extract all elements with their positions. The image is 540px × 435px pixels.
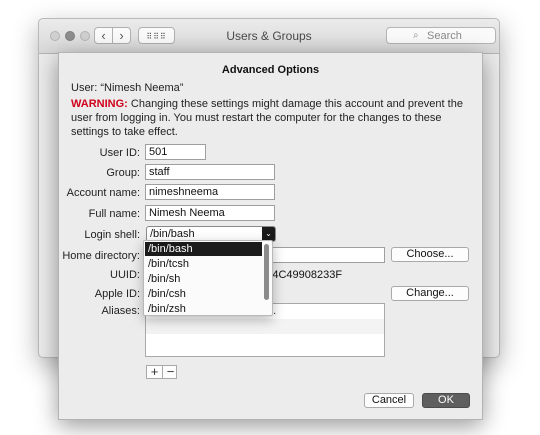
menu-item-bin-sh[interactable]: /bin/sh — [145, 272, 262, 286]
advanced-options-sheet: Advanced Options User: “Nimesh Neema” WA… — [58, 52, 483, 420]
account-name-label: Account name: — [66, 187, 140, 199]
group-field[interactable] — [145, 164, 275, 180]
alias-row-empty — [146, 319, 384, 334]
login-shell-menu: /bin/bash /bin/tcsh /bin/sh /bin/csh /bi… — [143, 240, 273, 316]
menu-item-bin-zsh[interactable]: /bin/zsh — [145, 302, 262, 316]
alias-add-remove: + − — [146, 364, 178, 379]
cancel-button[interactable]: Cancel — [364, 393, 414, 408]
user-id-label: User ID: — [99, 147, 140, 159]
chevron-down-icon: ⌄ — [262, 227, 275, 241]
sheet-title: Advanced Options — [221, 64, 320, 76]
full-name-label: Full name: — [88, 208, 140, 220]
uuid-value: E4C49908233F — [265, 269, 343, 281]
full-name-field[interactable] — [145, 205, 275, 221]
warning-text: Changing these settings might damage thi… — [71, 98, 463, 138]
login-shell-label: Login shell: — [84, 229, 140, 241]
ok-button[interactable]: OK — [422, 393, 470, 408]
choose-button[interactable]: Choose... — [391, 247, 469, 262]
home-directory-label: Home directory: — [62, 250, 140, 262]
menu-item-bin-bash[interactable]: /bin/bash — [145, 242, 262, 256]
search-icon: ⌕ — [413, 30, 419, 41]
remove-alias-button[interactable]: − — [163, 364, 178, 379]
window-titlebar: ‹ › ⠿⠿⠿ Users & Groups ⌕ Search — [39, 19, 499, 54]
menu-item-bin-csh[interactable]: /bin/csh — [145, 287, 262, 301]
warning-message: WARNING: Changing these settings might d… — [71, 97, 467, 139]
menu-scrollbar[interactable] — [264, 244, 269, 300]
search-field[interactable]: ⌕ Search — [386, 27, 496, 44]
alias-row-empty — [146, 334, 384, 349]
change-button[interactable]: Change... — [391, 286, 469, 301]
search-placeholder: Search — [427, 30, 462, 42]
warning-label: WARNING: — [71, 98, 128, 110]
apple-id-label: Apple ID: — [94, 288, 140, 300]
menu-item-bin-tcsh[interactable]: /bin/tcsh — [145, 257, 262, 271]
user-line: User: “Nimesh Neema” — [71, 82, 184, 94]
aliases-label: Aliases: — [101, 305, 140, 317]
login-shell-value: /bin/bash — [150, 228, 195, 240]
uuid-label: UUID: — [110, 269, 140, 281]
user-id-field[interactable] — [145, 144, 206, 160]
account-name-field[interactable] — [145, 184, 275, 200]
group-label: Group: — [106, 167, 140, 179]
add-alias-button[interactable]: + — [147, 364, 162, 379]
